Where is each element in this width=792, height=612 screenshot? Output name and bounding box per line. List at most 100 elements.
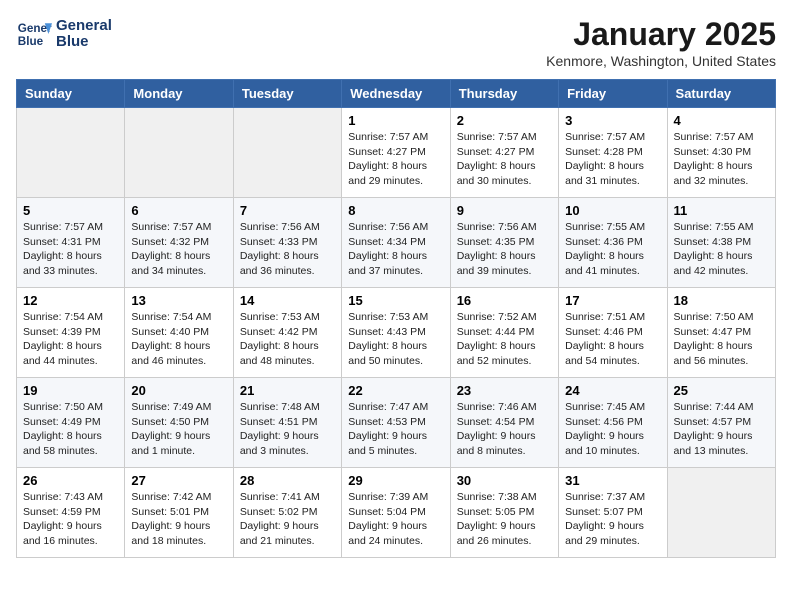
day-info: Sunrise: 7:53 AM Sunset: 4:42 PM Dayligh… — [240, 310, 335, 369]
logo-icon: General Blue — [16, 16, 52, 52]
calendar-week-row: 5 Sunrise: 7:57 AM Sunset: 4:31 PM Daylig… — [17, 198, 776, 288]
day-info: Sunrise: 7:57 AM Sunset: 4:27 PM Dayligh… — [457, 130, 552, 189]
calendar-cell: 15 Sunrise: 7:53 AM Sunset: 4:43 PM Dayli… — [342, 288, 450, 378]
day-number: 29 — [348, 473, 443, 488]
calendar-cell: 12Sunrise: 7:54 AM Sunset: 4:39 PM Dayli… — [17, 288, 125, 378]
day-info: Sunrise: 7:45 AM Sunset: 4:56 PM Dayligh… — [565, 400, 660, 459]
day-number: 19 — [23, 383, 118, 398]
day-info: Sunrise: 7:42 AM Sunset: 5:01 PM Dayligh… — [131, 490, 226, 549]
day-info: Sunrise: 7:47 AM Sunset: 4:53 PM Dayligh… — [348, 400, 443, 459]
day-number: 10 — [565, 203, 660, 218]
calendar-cell: 5 Sunrise: 7:57 AM Sunset: 4:31 PM Daylig… — [17, 198, 125, 288]
weekday-header: Monday — [125, 80, 233, 108]
day-number: 11 — [674, 203, 769, 218]
day-number: 31 — [565, 473, 660, 488]
day-number: 20 — [131, 383, 226, 398]
calendar-cell: 22Sunrise: 7:47 AM Sunset: 4:53 PM Dayli… — [342, 378, 450, 468]
day-number: 30 — [457, 473, 552, 488]
calendar-cell: 4Sunrise: 7:57 AM Sunset: 4:30 PM Daylig… — [667, 108, 775, 198]
day-number: 25 — [674, 383, 769, 398]
calendar-cell: 11 Sunrise: 7:55 AM Sunset: 4:38 PM Dayli… — [667, 198, 775, 288]
day-info: Sunrise: 7:56 AM Sunset: 4:34 PM Dayligh… — [348, 220, 443, 279]
day-info: Sunrise: 7:52 AM Sunset: 4:44 PM Dayligh… — [457, 310, 552, 369]
calendar-cell: 24 Sunrise: 7:45 AM Sunset: 4:56 PM Dayli… — [559, 378, 667, 468]
day-info: Sunrise: 7:49 AM Sunset: 4:50 PM Dayligh… — [131, 400, 226, 459]
weekday-header: Friday — [559, 80, 667, 108]
day-info: Sunrise: 7:41 AM Sunset: 5:02 PM Dayligh… — [240, 490, 335, 549]
calendar-table: SundayMondayTuesdayWednesdayThursdayFrid… — [16, 79, 776, 558]
day-number: 26 — [23, 473, 118, 488]
day-info: Sunrise: 7:56 AM Sunset: 4:35 PM Dayligh… — [457, 220, 552, 279]
calendar-cell: 16 Sunrise: 7:52 AM Sunset: 4:44 PM Dayli… — [450, 288, 558, 378]
calendar-cell: 20 Sunrise: 7:49 AM Sunset: 4:50 PM Dayli… — [125, 378, 233, 468]
svg-text:Blue: Blue — [18, 35, 44, 48]
day-number: 23 — [457, 383, 552, 398]
day-number: 2 — [457, 113, 552, 128]
calendar-cell: 31 Sunrise: 7:37 AM Sunset: 5:07 PM Dayli… — [559, 468, 667, 558]
day-info: Sunrise: 7:53 AM Sunset: 4:43 PM Dayligh… — [348, 310, 443, 369]
title-block: January 2025 Kenmore, Washington, United… — [546, 16, 776, 69]
day-info: Sunrise: 7:50 AM Sunset: 4:49 PM Dayligh… — [23, 400, 118, 459]
day-number: 21 — [240, 383, 335, 398]
calendar-cell — [17, 108, 125, 198]
logo-text-line2: Blue — [56, 34, 112, 51]
day-number: 1 — [348, 113, 443, 128]
calendar-cell: 9 Sunrise: 7:56 AM Sunset: 4:35 PM Daylig… — [450, 198, 558, 288]
calendar-cell — [233, 108, 341, 198]
day-number: 24 — [565, 383, 660, 398]
calendar-week-row: 26 Sunrise: 7:43 AM Sunset: 4:59 PM Dayli… — [17, 468, 776, 558]
calendar-cell: 30 Sunrise: 7:38 AM Sunset: 5:05 PM Dayli… — [450, 468, 558, 558]
day-number: 3 — [565, 113, 660, 128]
day-info: Sunrise: 7:38 AM Sunset: 5:05 PM Dayligh… — [457, 490, 552, 549]
calendar-cell: 17 Sunrise: 7:51 AM Sunset: 4:46 PM Dayli… — [559, 288, 667, 378]
day-number: 4 — [674, 113, 769, 128]
day-number: 13 — [131, 293, 226, 308]
weekday-header: Tuesday — [233, 80, 341, 108]
day-info: Sunrise: 7:57 AM Sunset: 4:32 PM Dayligh… — [131, 220, 226, 279]
day-info: Sunrise: 7:39 AM Sunset: 5:04 PM Dayligh… — [348, 490, 443, 549]
calendar-cell: 10Sunrise: 7:55 AM Sunset: 4:36 PM Dayli… — [559, 198, 667, 288]
day-info: Sunrise: 7:43 AM Sunset: 4:59 PM Dayligh… — [23, 490, 118, 549]
day-number: 16 — [457, 293, 552, 308]
calendar-week-row: 19 Sunrise: 7:50 AM Sunset: 4:49 PM Dayli… — [17, 378, 776, 468]
day-info: Sunrise: 7:50 AM Sunset: 4:47 PM Dayligh… — [674, 310, 769, 369]
day-info: Sunrise: 7:55 AM Sunset: 4:38 PM Dayligh… — [674, 220, 769, 279]
weekday-header-row: SundayMondayTuesdayWednesdayThursdayFrid… — [17, 80, 776, 108]
calendar-week-row: 1 Sunrise: 7:57 AM Sunset: 4:27 PM Daylig… — [17, 108, 776, 198]
day-info: Sunrise: 7:57 AM Sunset: 4:28 PM Dayligh… — [565, 130, 660, 189]
day-number: 27 — [131, 473, 226, 488]
day-number: 7 — [240, 203, 335, 218]
day-number: 9 — [457, 203, 552, 218]
day-info: Sunrise: 7:48 AM Sunset: 4:51 PM Dayligh… — [240, 400, 335, 459]
month-title: January 2025 — [546, 16, 776, 53]
day-info: Sunrise: 7:57 AM Sunset: 4:27 PM Dayligh… — [348, 130, 443, 189]
calendar-cell: 13 Sunrise: 7:54 AM Sunset: 4:40 PM Dayli… — [125, 288, 233, 378]
calendar-cell: 7Sunrise: 7:56 AM Sunset: 4:33 PM Daylig… — [233, 198, 341, 288]
logo: General Blue General Blue — [16, 16, 112, 52]
calendar-cell: 3 Sunrise: 7:57 AM Sunset: 4:28 PM Daylig… — [559, 108, 667, 198]
weekday-header: Sunday — [17, 80, 125, 108]
weekday-header: Saturday — [667, 80, 775, 108]
calendar-cell: 27 Sunrise: 7:42 AM Sunset: 5:01 PM Dayli… — [125, 468, 233, 558]
calendar-cell: 23Sunrise: 7:46 AM Sunset: 4:54 PM Dayli… — [450, 378, 558, 468]
calendar-cell: 21 Sunrise: 7:48 AM Sunset: 4:51 PM Dayli… — [233, 378, 341, 468]
calendar-cell: 6Sunrise: 7:57 AM Sunset: 4:32 PM Daylig… — [125, 198, 233, 288]
day-number: 17 — [565, 293, 660, 308]
calendar-cell: 14 Sunrise: 7:53 AM Sunset: 4:42 PM Dayli… — [233, 288, 341, 378]
day-info: Sunrise: 7:54 AM Sunset: 4:40 PM Dayligh… — [131, 310, 226, 369]
calendar-cell: 2 Sunrise: 7:57 AM Sunset: 4:27 PM Daylig… — [450, 108, 558, 198]
day-number: 28 — [240, 473, 335, 488]
day-number: 14 — [240, 293, 335, 308]
day-number: 8 — [348, 203, 443, 218]
day-number: 15 — [348, 293, 443, 308]
calendar-cell: 19 Sunrise: 7:50 AM Sunset: 4:49 PM Dayli… — [17, 378, 125, 468]
day-number: 5 — [23, 203, 118, 218]
day-info: Sunrise: 7:37 AM Sunset: 5:07 PM Dayligh… — [565, 490, 660, 549]
day-info: Sunrise: 7:57 AM Sunset: 4:31 PM Dayligh… — [23, 220, 118, 279]
location: Kenmore, Washington, United States — [546, 53, 776, 69]
day-info: Sunrise: 7:51 AM Sunset: 4:46 PM Dayligh… — [565, 310, 660, 369]
calendar-week-row: 12Sunrise: 7:54 AM Sunset: 4:39 PM Dayli… — [17, 288, 776, 378]
page-header: General Blue General Blue January 2025 K… — [16, 16, 776, 69]
day-info: Sunrise: 7:44 AM Sunset: 4:57 PM Dayligh… — [674, 400, 769, 459]
weekday-header: Thursday — [450, 80, 558, 108]
